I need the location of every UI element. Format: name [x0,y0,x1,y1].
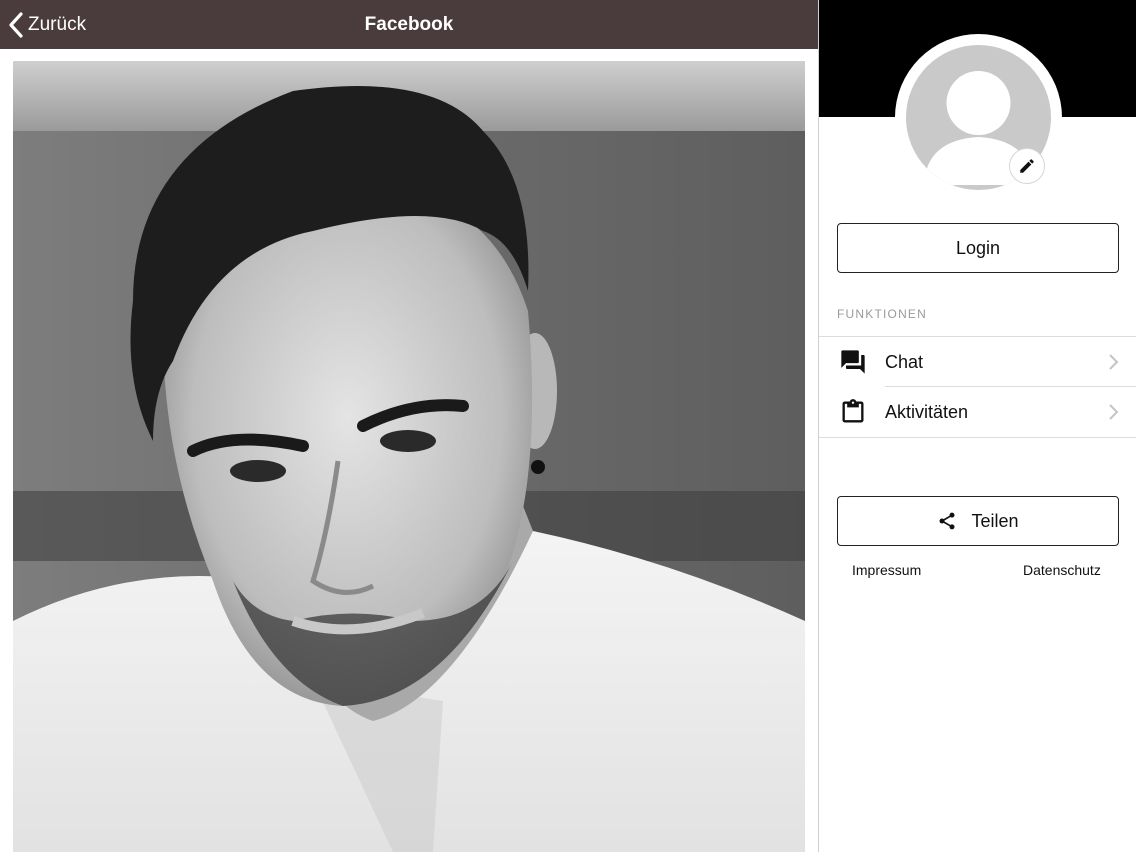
avatar[interactable] [895,34,1062,201]
impressum-link[interactable]: Impressum [852,562,921,578]
login-button[interactable]: Login [837,223,1119,273]
login-label: Login [955,237,1001,258]
pencil-icon [1020,159,1034,173]
portrait-image [13,61,805,852]
edit-avatar-button[interactable] [1009,148,1045,184]
datenschutz-link[interactable]: Datenschutz [1023,562,1101,578]
clipboard-icon [838,397,868,427]
sidebar-item-chat[interactable]: Chat [819,337,1136,387]
post-photo[interactable] [13,61,805,852]
section-label-funktionen: FUNKTIONEN [837,307,927,321]
share-label: Teilen [971,510,1019,531]
share-button[interactable]: Teilen [837,496,1119,546]
sidebar-item-aktivitaeten[interactable]: Aktivitäten [819,387,1136,437]
page-title: Facebook [364,14,454,35]
chevron-right-icon [1109,404,1119,420]
chevron-right-icon [1109,354,1119,370]
share-icon [939,512,955,530]
navigation-bar: Zurück Facebook [0,0,818,49]
chat-icon [838,347,868,377]
sidebar-item-label: Aktivitäten [885,401,969,422]
divider [819,437,1136,438]
main-pane: Zurück Facebook [0,0,818,852]
sidebar: Login FUNKTIONEN Chat Aktivitäten Teilen… [818,0,1136,852]
sidebar-item-label: Chat [885,351,924,372]
